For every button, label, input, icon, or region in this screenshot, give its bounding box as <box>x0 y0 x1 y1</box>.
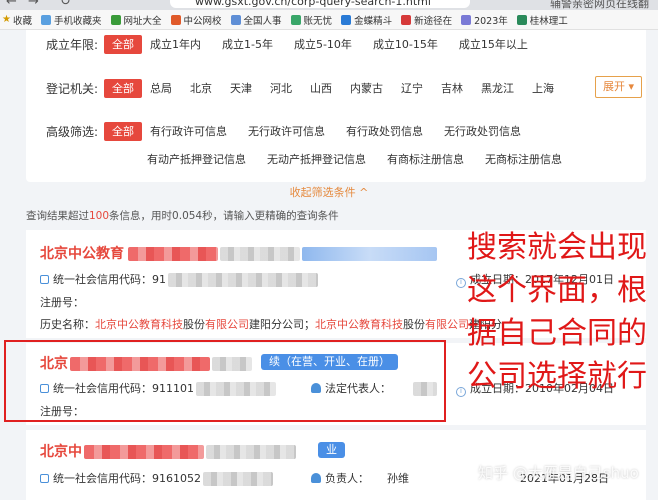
bookmark-item[interactable]: 新途径在 <box>401 13 452 27</box>
filter-authority-option[interactable]: 上海 <box>532 80 554 96</box>
credit-code-field: 统一社会信用代码：9161052 <box>40 470 273 486</box>
responsible-person-field: 负责人： 孙维 <box>311 470 409 486</box>
filter-year-option[interactable]: 成立1年内 <box>150 36 201 52</box>
filter-authority-option[interactable]: 山西 <box>310 80 332 96</box>
bookmark-item[interactable]: 全国人事 <box>230 13 282 27</box>
filter-advanced-option[interactable]: 有动产抵押登记信息 <box>147 151 246 167</box>
filter-authority-option[interactable]: 黑龙江 <box>481 80 514 96</box>
filter-authority-option[interactable]: 总局 <box>150 80 172 96</box>
filter-authority-option[interactable]: 河北 <box>270 80 292 96</box>
bookmark-favicon-icon <box>110 14 121 25</box>
bookmark-item[interactable]: 手机收藏夹 <box>40 13 102 27</box>
credit-code-icon <box>40 275 49 284</box>
highlight-box <box>4 340 446 422</box>
bookmark-favicon-icon <box>290 14 301 25</box>
company-name[interactable]: 北京中 <box>40 441 296 461</box>
bookmark-item[interactable]: 网址大全 <box>110 13 162 27</box>
bookmark-favicon-icon <box>40 14 51 25</box>
filter-year-all-button[interactable]: 全部 <box>104 34 142 54</box>
bookmark-item[interactable]: 2023年 <box>461 13 508 27</box>
filter-authority-option[interactable]: 吉林 <box>441 80 463 96</box>
filter-row-advanced: 高级筛选: 全部 有行政许可信息 无行政许可信息 有行政处罚信息 无行政处罚信息 <box>26 119 646 143</box>
filter-authority-option[interactable]: 天津 <box>230 80 252 96</box>
filter-row-authority: 登记机关: 全部 总局 北京 天津 河北 山西 内蒙古 辽宁 吉林 黑龙江 上海… <box>26 76 646 100</box>
bookmark-favicon-icon <box>341 14 352 25</box>
collapse-filters-link[interactable]: 收起筛选条件 ^ <box>0 184 658 200</box>
registration-number-field: 注册号： <box>40 296 84 309</box>
history-name-field: 历史名称：北京中公教育科技股份有限公司建阳分公司；北京中公教育科技股份有限公司建… <box>40 318 502 331</box>
company-name[interactable]: 北京中公教育 <box>40 243 437 263</box>
browser-search-hint[interactable]: 辅警亲密网页在线翻 <box>550 0 649 10</box>
watermark: 知乎 @大雁是自己shuo <box>478 464 639 482</box>
bookmark-item[interactable]: ★ 收藏 <box>2 13 32 27</box>
filter-year-option[interactable]: 成立10-15年 <box>373 36 438 52</box>
browser-address-bar: ← → ↻ www.gsxt.gov.cn/corp-query-search-… <box>0 0 658 10</box>
status-badge: 业 <box>318 442 345 458</box>
screenshot-page: ← → ↻ www.gsxt.gov.cn/corp-query-search-… <box>0 0 658 500</box>
annotation-text: 搜索就会出现这个界面，根据自己合同的公司选择就行 <box>467 230 647 394</box>
refresh-icon[interactable]: ↻ <box>60 0 71 9</box>
filter-advanced-option[interactable]: 无行政许可信息 <box>248 123 325 139</box>
bookmark-favicon-icon <box>230 14 241 25</box>
bookmarks-bar: ★ 收藏 手机收藏夹 网址大全 中公网校 全国人事 账无忧 金蝶精斗 新途径在 2023年 桂林理工 <box>0 10 658 30</box>
person-icon <box>311 473 321 483</box>
filter-advanced-option[interactable]: 无行政处罚信息 <box>444 123 521 139</box>
result-summary: 查询结果超过100条信息，用时0.054秒，请输入更精确的查询条件 <box>26 210 339 222</box>
filter-label-year: 成立年限: <box>45 37 98 52</box>
filter-panel: 成立年限: 全部 成立1年内 成立1-5年 成立5-10年 成立10-15年 成… <box>26 30 646 182</box>
filter-advanced-option[interactable]: 有行政处罚信息 <box>346 123 423 139</box>
url-text[interactable]: www.gsxt.gov.cn/corp-query-search-1.html <box>195 0 431 8</box>
filter-authority-all-button[interactable]: 全部 <box>104 78 142 98</box>
credit-code-icon <box>40 474 49 483</box>
expand-authority-button[interactable]: 展开 ▾ <box>594 76 642 98</box>
info-icon: i <box>456 278 466 288</box>
filter-advanced-option[interactable]: 无商标注册信息 <box>485 151 562 167</box>
filter-year-option[interactable]: 成立15年以上 <box>459 36 528 52</box>
back-icon[interactable]: ← <box>6 0 17 9</box>
bookmark-favicon-icon <box>461 14 472 25</box>
bookmark-item[interactable]: 账无忧 <box>290 13 332 27</box>
info-icon: i <box>456 387 466 397</box>
filter-row-advanced-2: 有动产抵押登记信息 无动产抵押登记信息 有商标注册信息 无商标注册信息 <box>26 147 646 171</box>
filter-advanced-option[interactable]: 有行政许可信息 <box>150 123 227 139</box>
filter-advanced-all-button[interactable]: 全部 <box>104 121 142 141</box>
filter-advanced-option[interactable]: 无动产抵押登记信息 <box>267 151 366 167</box>
filter-authority-option[interactable]: 辽宁 <box>401 80 423 96</box>
filter-authority-option[interactable]: 内蒙古 <box>350 80 383 96</box>
bookmark-favicon-icon <box>170 14 181 25</box>
bookmark-item[interactable]: 桂林理工 <box>516 13 568 27</box>
filter-authority-option[interactable]: 北京 <box>190 80 212 96</box>
filter-advanced-option[interactable]: 有商标注册信息 <box>387 151 464 167</box>
bookmark-item[interactable]: 中公网校 <box>170 13 222 27</box>
credit-code-field: 统一社会信用代码：91 <box>40 271 318 287</box>
bookmark-favicon-icon <box>516 14 527 25</box>
filter-row-year: 成立年限: 全部 成立1年内 成立1-5年 成立5-10年 成立10-15年 成… <box>26 32 646 56</box>
filter-label-authority: 登记机关: <box>45 81 98 96</box>
bookmark-item[interactable]: 金蝶精斗 <box>341 13 392 27</box>
result-count: 100 <box>89 210 110 222</box>
star-icon: ★ <box>2 14 11 25</box>
filter-label-advanced: 高级筛选: <box>45 124 98 139</box>
filter-year-option[interactable]: 成立1-5年 <box>222 36 273 52</box>
filter-year-option[interactable]: 成立5-10年 <box>294 36 352 52</box>
forward-icon[interactable]: → <box>28 0 39 9</box>
bookmark-favicon-icon <box>401 14 412 25</box>
